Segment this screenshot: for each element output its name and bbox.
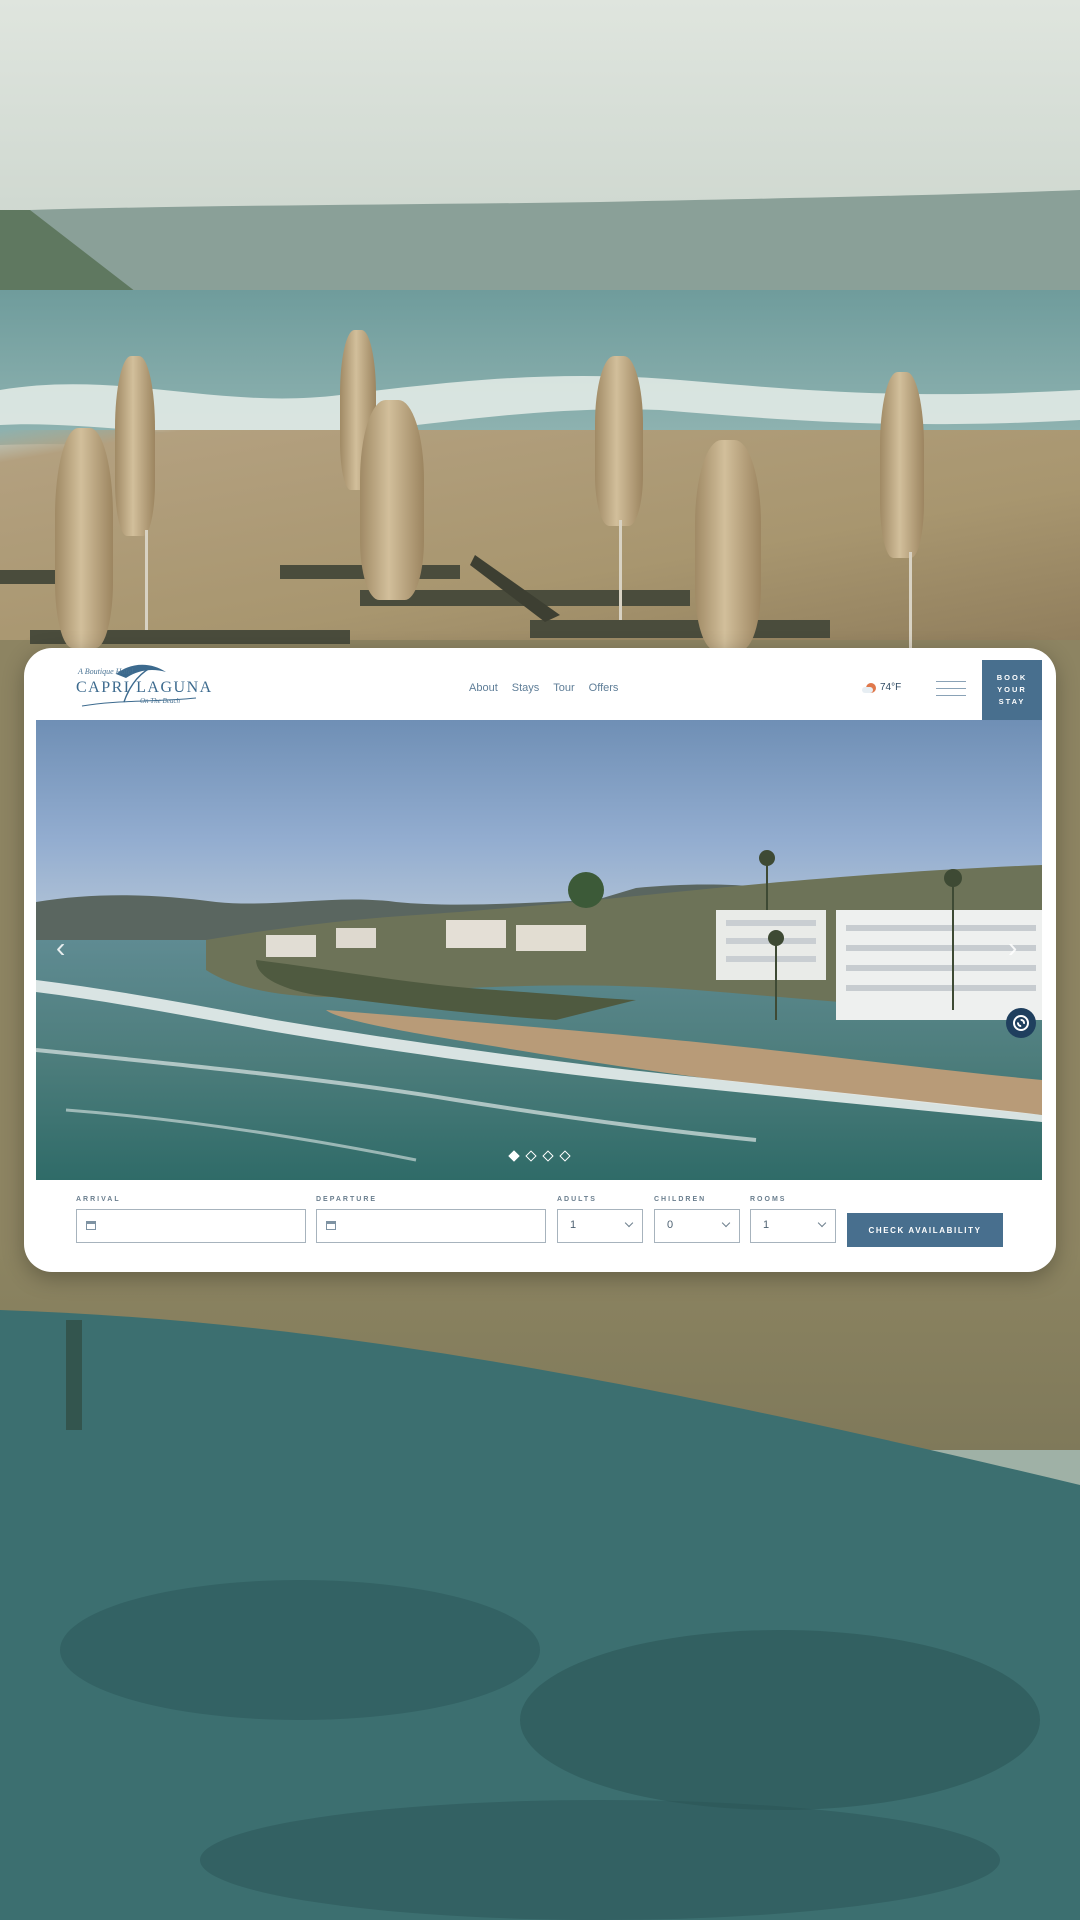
- chevron-right-icon[interactable]: ›: [1008, 934, 1017, 962]
- book-your-stay-button[interactable]: BOOK YOUR STAY: [982, 660, 1042, 720]
- chevron-left-icon[interactable]: ‹: [56, 934, 65, 962]
- nav-about[interactable]: About: [469, 682, 498, 694]
- partly-sunny-icon: [862, 682, 876, 693]
- check-availability-button[interactable]: CHECK AVAILABILITY: [847, 1213, 1003, 1247]
- children-label: CHILDREN: [654, 1196, 707, 1203]
- book-button-label: BOOK YOUR STAY: [996, 673, 1028, 706]
- nav-tour[interactable]: Tour: [553, 682, 574, 694]
- slide-dot-1[interactable]: [508, 1150, 520, 1162]
- hotel-logo[interactable]: A Boutique Hotel CAPRI LAGUNA On The Bea…: [76, 662, 211, 710]
- umbrella-pole: [909, 552, 912, 652]
- adults-field: ADULTS 1: [557, 1196, 643, 1243]
- umbrella: [115, 356, 155, 536]
- rooms-label: ROOMS: [750, 1196, 787, 1203]
- slide-dot-4[interactable]: [559, 1150, 571, 1162]
- chevron-down-icon: [721, 1218, 731, 1228]
- weather-widget: 74°F: [862, 682, 902, 693]
- umbrella-pole: [145, 530, 148, 630]
- arrival-label: ARRIVAL: [76, 1196, 121, 1203]
- umbrella: [695, 440, 761, 650]
- calendar-icon: [326, 1221, 336, 1230]
- umbrella: [880, 372, 924, 558]
- chevron-down-icon: [624, 1218, 634, 1228]
- rooms-field: ROOMS 1: [750, 1196, 836, 1243]
- background-pool: [0, 1310, 1080, 1920]
- hero-slideshow: ‹ ›: [36, 720, 1042, 1180]
- children-select[interactable]: 0: [654, 1209, 740, 1243]
- rooms-value: 1: [763, 1219, 770, 1231]
- weather-temperature: 74°F: [880, 682, 902, 693]
- slide-dot-3[interactable]: [542, 1150, 554, 1162]
- nav-offers[interactable]: Offers: [589, 682, 619, 694]
- logo-tagline: A Boutique Hotel: [78, 667, 134, 676]
- adults-select[interactable]: 1: [557, 1209, 643, 1243]
- rooms-select[interactable]: 1: [750, 1209, 836, 1243]
- children-field: CHILDREN 0: [654, 1196, 740, 1243]
- arrival-field: ARRIVAL: [76, 1196, 306, 1243]
- background-hills: [0, 190, 1080, 295]
- nav-stays[interactable]: Stays: [512, 682, 540, 694]
- departure-label: DEPARTURE: [316, 1196, 378, 1203]
- children-value: 0: [667, 1219, 674, 1231]
- adults-value: 1: [570, 1219, 577, 1231]
- lifebuoy-icon[interactable]: [1006, 1008, 1036, 1038]
- site-header: A Boutique Hotel CAPRI LAGUNA On The Bea…: [24, 648, 1056, 720]
- umbrella: [595, 356, 643, 526]
- chevron-down-icon: [817, 1218, 827, 1228]
- departure-field: DEPARTURE: [316, 1196, 546, 1243]
- background-loungers: [0, 555, 830, 644]
- logo-name: CAPRI LAGUNA: [76, 679, 213, 696]
- booking-card: A Boutique Hotel CAPRI LAGUNA On The Bea…: [24, 648, 1056, 1272]
- departure-date-input[interactable]: [316, 1209, 546, 1243]
- arrival-date-input[interactable]: [76, 1209, 306, 1243]
- calendar-icon: [86, 1221, 96, 1230]
- logo-subtitle: On The Beach: [140, 697, 181, 705]
- main-nav: About Stays Tour Offers: [469, 682, 618, 694]
- umbrella: [55, 428, 113, 648]
- hero-coastline: [36, 850, 1042, 1162]
- umbrella: [360, 400, 424, 600]
- umbrella-pole: [619, 520, 622, 620]
- hamburger-menu-icon[interactable]: [936, 681, 966, 697]
- slide-indicators: [508, 1150, 571, 1162]
- slide-dot-2[interactable]: [525, 1150, 537, 1162]
- adults-label: ADULTS: [557, 1196, 597, 1203]
